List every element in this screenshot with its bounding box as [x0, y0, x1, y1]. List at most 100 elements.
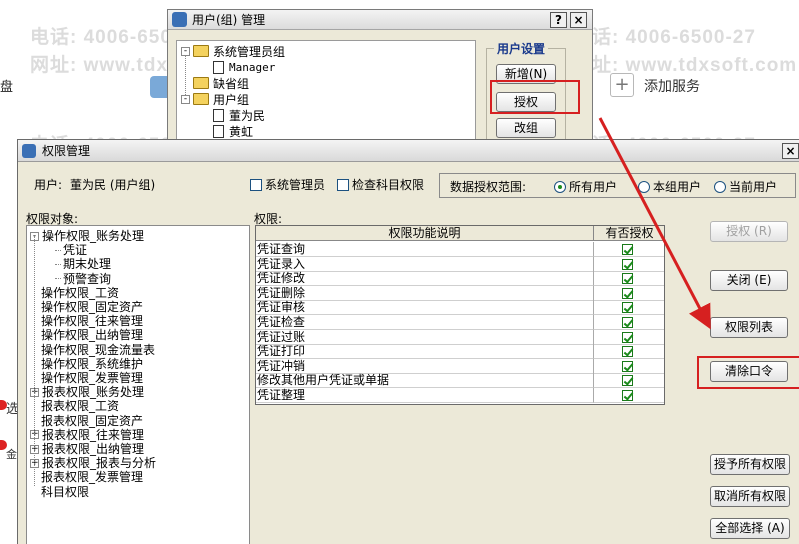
- watermark-site: 网址: www.tdxsoft.com: [572, 55, 798, 76]
- tree-node-label: 操作权限_出纳管理: [41, 328, 144, 343]
- permission-row-name[interactable]: 凭证检查: [256, 315, 594, 330]
- tree-node-label: 缺省组: [213, 76, 250, 91]
- tree-node[interactable]: + 报表权限_报表与分析: [30, 456, 156, 470]
- tree-node[interactable]: 凭证: [55, 243, 87, 257]
- radio-dot[interactable]: [714, 180, 726, 193]
- grant-all-button[interactable]: 授予所有权限: [710, 454, 790, 475]
- tree-node-label: Manager: [229, 60, 276, 74]
- folder-icon: [193, 45, 209, 57]
- select-all-button[interactable]: 全部选择 (A): [710, 518, 790, 539]
- radio-dot[interactable]: [554, 180, 566, 193]
- tree-node[interactable]: 操作权限_发票管理: [41, 371, 143, 385]
- tree-node[interactable]: 报表权限_工资: [41, 399, 119, 413]
- close-button[interactable]: ×: [782, 143, 799, 159]
- plus-icon[interactable]: +: [610, 73, 634, 97]
- tree-node[interactable]: 操作权限_现金流量表: [41, 343, 155, 357]
- tree-node[interactable]: 期末处理: [55, 257, 111, 271]
- permission-row-name[interactable]: 凭证录入: [256, 256, 594, 272]
- permission-row-name[interactable]: 凭证打印: [256, 344, 594, 360]
- help-button[interactable]: ?: [550, 12, 567, 28]
- permission-row-name[interactable]: 凭证过账: [256, 329, 594, 345]
- permission-window: 权限管理 × 用户: 董为民 (用户组) 系统管理员 检查科目权限 数据授权范围…: [17, 139, 799, 544]
- permission-row-name[interactable]: 凭证修改: [256, 271, 594, 287]
- granted-checkbox[interactable]: [622, 375, 633, 387]
- radio-label: 当前用户: [729, 180, 778, 194]
- tree-node[interactable]: 报表权限_固定资产: [41, 414, 143, 428]
- tree-connector: [55, 249, 61, 251]
- checkbox-box[interactable]: [337, 178, 349, 191]
- permission-row-name[interactable]: 凭证删除: [256, 285, 594, 301]
- side-label: 金: [6, 448, 17, 461]
- scope-all-radio[interactable]: 所有用户: [554, 178, 617, 195]
- app-icon: [22, 144, 36, 158]
- window-title: 用户(组) 管理: [192, 13, 266, 27]
- grant-button[interactable]: 授权 (R): [710, 221, 788, 242]
- close-button[interactable]: 关闭 (E): [710, 270, 788, 291]
- tree-node[interactable]: 预警查询: [55, 272, 111, 286]
- tree-node-label: 用户组: [213, 92, 250, 107]
- folder-icon: [193, 77, 209, 89]
- tree-node[interactable]: 报表权限_发票管理: [41, 470, 143, 484]
- granted-checkbox[interactable]: [622, 258, 633, 270]
- granted-checkbox[interactable]: [622, 302, 633, 314]
- folder-icon: [193, 93, 209, 105]
- permission-row-name[interactable]: 修改其他用户凭证或单据: [256, 373, 594, 389]
- checkbox-label: 系统管理员: [265, 178, 326, 192]
- collapse-icon[interactable]: -: [181, 94, 190, 104]
- tree-node[interactable]: + 报表权限_出纳管理: [30, 442, 144, 456]
- close-button[interactable]: ×: [570, 12, 587, 28]
- column-header-granted[interactable]: 有否授权: [594, 226, 664, 241]
- granted-checkbox[interactable]: [622, 317, 633, 328]
- tree-node[interactable]: + 报表权限_往来管理: [30, 428, 144, 442]
- granted-checkbox[interactable]: [622, 346, 633, 358]
- tree-node-user[interactable]: 董为民: [213, 107, 265, 123]
- tree-node-label: 操作权限_账务处理: [42, 229, 145, 243]
- column-header-function[interactable]: 权限功能说明: [256, 226, 594, 241]
- tree-node[interactable]: 科目权限: [41, 485, 89, 499]
- tree-node-label: 操作权限_发票管理: [41, 371, 144, 385]
- permission-row-name[interactable]: 凭证整理: [256, 388, 594, 403]
- add-service-link[interactable]: 添加服务: [644, 76, 700, 96]
- checkbox-box[interactable]: [250, 178, 262, 191]
- check-subject-checkbox[interactable]: 检查科目权限: [337, 176, 424, 193]
- tree-node[interactable]: + 报表权限_账务处理: [30, 385, 144, 399]
- granted-checkbox[interactable]: [622, 331, 633, 343]
- tree-node-user-group[interactable]: - 用户组: [181, 91, 249, 107]
- group-manager-titlebar: 用户(组) 管理 ? ×: [168, 10, 592, 30]
- sysadmin-checkbox[interactable]: 系统管理员: [250, 176, 325, 193]
- tree-node-label: 报表权限_往来管理: [42, 427, 145, 442]
- tree-node-label: 黄虹: [229, 124, 254, 139]
- revoke-all-button[interactable]: 取消所有权限: [710, 486, 790, 507]
- granted-checkbox[interactable]: [622, 244, 633, 255]
- granted-checkbox[interactable]: [622, 273, 633, 285]
- radio-dot[interactable]: [638, 180, 650, 193]
- tree-node-user[interactable]: Manager: [213, 59, 275, 75]
- granted-checkbox[interactable]: [622, 287, 633, 299]
- collapse-icon[interactable]: -: [181, 46, 190, 56]
- window-title: 权限管理: [42, 144, 91, 158]
- tree-node[interactable]: 操作权限_出纳管理: [41, 328, 143, 342]
- watermark-phone: 电话: 4006-6500-27: [572, 27, 756, 48]
- permission-list-button[interactable]: 权限列表: [710, 317, 788, 338]
- tree-node-label: 操作权限_工资: [41, 285, 120, 300]
- granted-checkbox[interactable]: [622, 390, 633, 401]
- scope-current-radio[interactable]: 当前用户: [714, 178, 777, 195]
- tree-node[interactable]: 操作权限_系统维护: [41, 357, 143, 371]
- permission-row-name[interactable]: 凭证冲销: [256, 358, 594, 374]
- tree-node-label: 操作权限_现金流量表: [41, 342, 156, 357]
- tree-node-label: 系统管理员组: [213, 44, 286, 59]
- permission-row-name[interactable]: 凭证查询: [256, 242, 594, 257]
- tree-node-default-group[interactable]: 缺省组: [193, 75, 249, 91]
- tree-node[interactable]: 操作权限_固定资产: [41, 300, 143, 314]
- tree-node-user[interactable]: 黄虹: [213, 123, 253, 139]
- rename-group-button[interactable]: 改组: [496, 118, 556, 138]
- scope-group-radio[interactable]: 本组用户: [638, 178, 701, 195]
- permission-grid: 权限功能说明 有否授权 凭证查询 凭证录入 凭证修改 凭证删除 凭证审核 凭证检查 凭证过账…: [255, 225, 665, 405]
- tree-node[interactable]: 操作权限_工资: [41, 286, 119, 300]
- permission-row-name[interactable]: 凭证审核: [256, 300, 594, 316]
- tree-node[interactable]: - 操作权限_账务处理: [30, 229, 144, 243]
- tree-node[interactable]: 操作权限_往来管理: [41, 314, 143, 328]
- tree-node-sysadmin-group[interactable]: - 系统管理员组: [181, 43, 285, 59]
- granted-checkbox[interactable]: [622, 360, 633, 372]
- tree-node-label: 董为民: [229, 108, 266, 123]
